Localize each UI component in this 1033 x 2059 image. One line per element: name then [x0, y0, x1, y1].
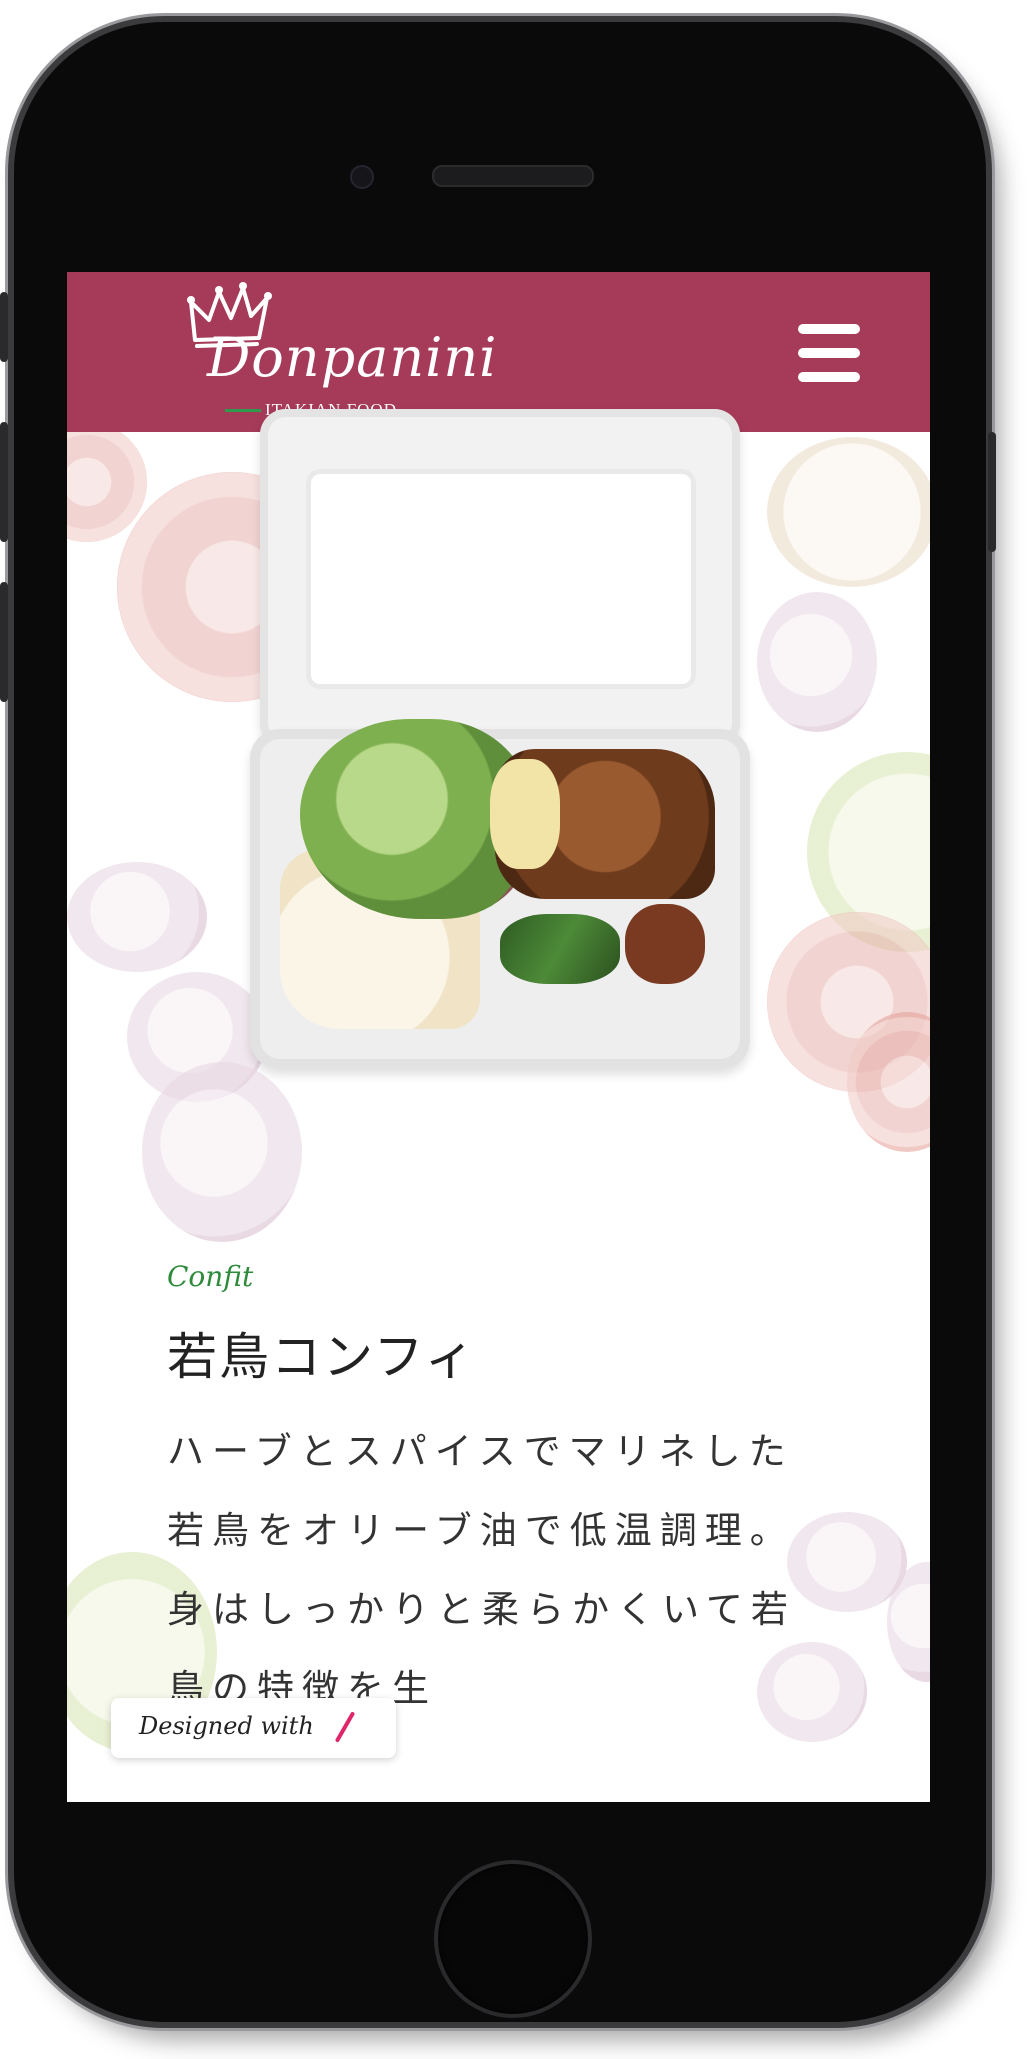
earpiece-speaker	[432, 165, 594, 187]
volume-up-button	[0, 422, 8, 542]
tartar-sauce	[490, 759, 560, 869]
menu-item-subtitle: Confit	[167, 1260, 254, 1293]
badge-label: Designed with	[139, 1712, 314, 1740]
brand-name: Donpanini	[207, 326, 498, 389]
menu-item-description: ハーブとスパイスでマリネした若鳥をオリーブ油で低温調理。身はしっかりと柔らかくい…	[167, 1430, 796, 1710]
front-camera	[350, 165, 374, 189]
menu-bar	[798, 324, 860, 334]
mute-switch	[0, 292, 8, 362]
lid-inner	[306, 469, 696, 689]
phone-screen: Donpanini ITAKIAN FOOD Confit 若鳥コンフィ ハーブ…	[67, 272, 930, 1802]
onion-bg	[142, 1062, 302, 1242]
menu-bar	[798, 372, 860, 382]
garlic-bg	[787, 1512, 907, 1612]
greens	[500, 914, 620, 984]
container-tray	[250, 719, 750, 1069]
home-button[interactable]	[434, 1860, 592, 2018]
volume-down-button	[0, 582, 8, 702]
designed-with-badge[interactable]: Designed with	[111, 1698, 396, 1758]
power-button	[988, 432, 996, 552]
menu-item-title: 若鳥コンフィ	[167, 1328, 477, 1386]
potato-bg	[767, 437, 930, 587]
slash-logo-icon	[334, 1711, 356, 1743]
garlic-bg	[67, 862, 207, 972]
hamburger-menu-icon[interactable]	[795, 324, 865, 386]
container-lid	[260, 409, 740, 749]
bento-box-photo	[250, 384, 750, 1084]
onion-bg	[757, 592, 877, 732]
menu-bar	[798, 348, 860, 358]
side-meat	[625, 904, 705, 984]
